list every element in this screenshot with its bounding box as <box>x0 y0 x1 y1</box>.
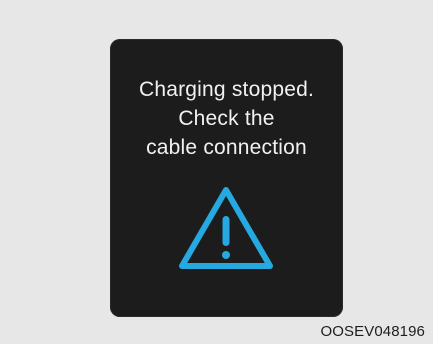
cluster-display: Charging stopped. Check the cable connec… <box>110 39 343 317</box>
message-line-1: Charging stopped. <box>138 78 315 101</box>
message-line-2: Check the <box>178 107 275 130</box>
warning-triangle-icon <box>176 184 276 272</box>
message-line-3: cable connection <box>146 136 307 159</box>
figure-code: OOSEV048196 <box>320 323 425 340</box>
charging-message: Charging stopped. Check the cable connec… <box>110 75 343 162</box>
